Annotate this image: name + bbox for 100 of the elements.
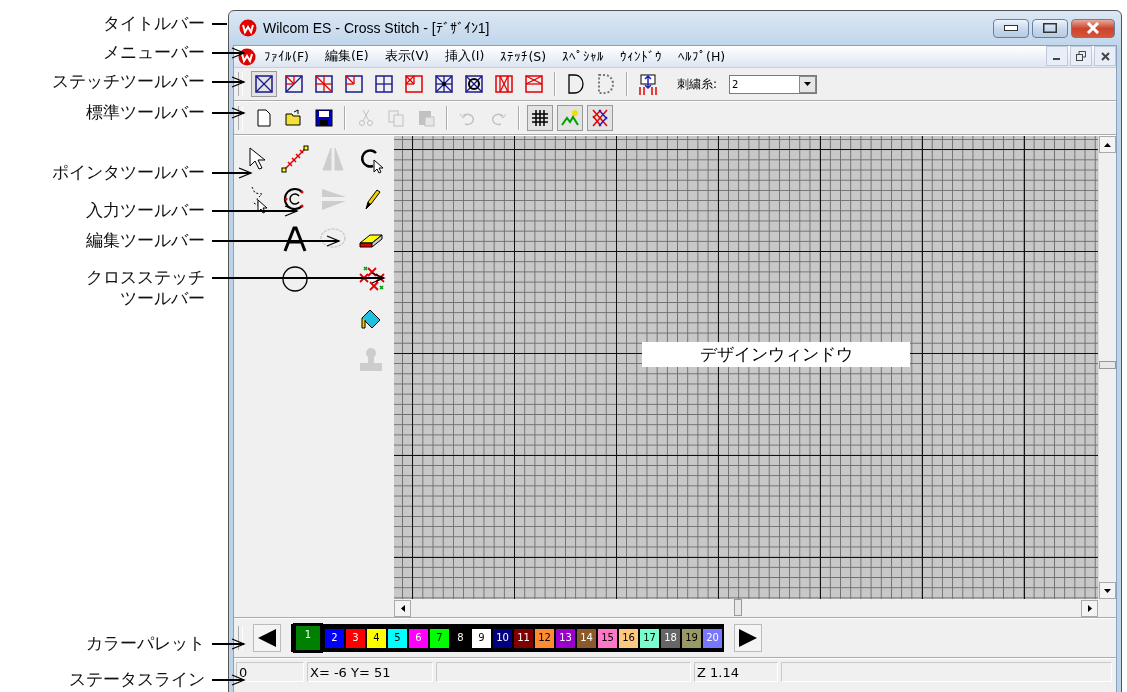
thread-label: 刺繍糸: [677, 75, 718, 93]
scroll-up-button[interactable] [1099, 136, 1116, 153]
toolbar-button[interactable] [527, 105, 553, 131]
dotted-d-shape-icon [597, 73, 615, 95]
callout-label: タイトルバー [103, 13, 205, 34]
stitch-icon [404, 74, 424, 94]
scroll-thumb[interactable] [1099, 361, 1116, 369]
minimize-button[interactable] [993, 18, 1029, 38]
triangle-left-icon [258, 629, 276, 647]
restore-button[interactable] [1070, 46, 1092, 66]
menu-item[interactable]: ﾌｧｲﾙ(F) [256, 49, 317, 64]
scroll-right-button[interactable] [1081, 599, 1098, 617]
color-swatch[interactable]: 13 [556, 628, 575, 648]
color-swatch[interactable]: 15 [598, 628, 617, 648]
callout-label: クロスステッチ ツールバー [86, 267, 205, 309]
close-icon [1086, 22, 1100, 34]
landscape-icon [560, 108, 580, 128]
close-icon [1100, 51, 1110, 61]
menu-item[interactable]: 挿入(I) [436, 48, 493, 65]
callout-label: ステータスライン [69, 669, 205, 690]
callout-label: 入力ツールバー [86, 200, 205, 221]
color-swatch[interactable]: 12 [535, 628, 554, 648]
dropdown-button[interactable] [799, 75, 817, 93]
new-file-icon [254, 108, 274, 128]
callout-label: 標準ツールバー [86, 102, 205, 123]
vertical-scrollbar[interactable] [1098, 136, 1116, 599]
caret-left-icon [400, 604, 405, 612]
maximize-button[interactable] [1032, 18, 1068, 38]
stitch-icon [524, 74, 544, 94]
window-title: Wilcom ES - Cross Stitch - [ﾃﾞｻﾞｲﾝ1] [263, 20, 490, 36]
color-swatch[interactable]: 4 [367, 628, 386, 648]
color-swatch[interactable]: 19 [682, 628, 701, 648]
paste-icon [416, 108, 436, 128]
color-swatch[interactable]: 9 [472, 628, 491, 648]
circle-icon [280, 264, 310, 294]
thread-swap-icon [637, 73, 659, 95]
color-swatch[interactable]: 17 [640, 628, 659, 648]
d-shape-icon [567, 73, 585, 95]
minimize-icon [1004, 25, 1018, 31]
scroll-down-button[interactable] [1099, 582, 1116, 599]
stitch-icon [254, 74, 274, 94]
stitch-icon [374, 74, 394, 94]
menu-item[interactable]: 編集(E) [316, 48, 377, 65]
copy-icon [386, 108, 406, 128]
menu-item[interactable]: 表示(V) [376, 48, 437, 65]
callout-label: ポインタツールバー [52, 162, 205, 183]
scroll-left-button[interactable] [394, 599, 411, 617]
maximize-icon [1043, 23, 1057, 33]
callout-label: 編集ツールバー [86, 230, 205, 251]
stitch-icon [284, 74, 304, 94]
restore-icon [1076, 51, 1086, 61]
color-swatch[interactable]: 1 [293, 623, 323, 653]
close-button[interactable] [1071, 18, 1115, 38]
close-button[interactable] [1094, 46, 1116, 66]
minimize-button[interactable] [1046, 46, 1068, 66]
stitch-icon [344, 74, 364, 94]
caret-down-icon [804, 82, 812, 86]
caret-up-icon [1104, 142, 1111, 147]
stitch-icon [434, 74, 454, 94]
stitch-icon [464, 74, 484, 94]
callout-label: カラーパレット [86, 633, 205, 654]
stitch-line-icon [280, 144, 310, 174]
status-pane: Z 1.14 [694, 662, 778, 682]
color-swatch[interactable]: 14 [577, 628, 596, 648]
app-logo-icon [239, 19, 257, 37]
status-pane: X= -6 Y= 51 [307, 662, 433, 682]
color-swatch[interactable]: 11 [514, 628, 533, 648]
stitch-tool-button[interactable] [251, 71, 277, 97]
stitch-icon [314, 74, 334, 94]
thread-dropdown[interactable]: 2 [729, 74, 818, 94]
folder-icon [284, 108, 304, 128]
canvas-label: デザインウィンドウ [642, 342, 910, 367]
menu-item[interactable]: ｽﾍﾟｼｬﾙ [554, 49, 613, 64]
color-swatch[interactable]: 3 [346, 628, 365, 648]
stitch-icon [494, 74, 514, 94]
document-logo-icon[interactable] [238, 47, 256, 66]
caret-right-icon [1087, 604, 1092, 612]
menu-item[interactable]: ﾍﾙﾌﾟ(H) [670, 49, 734, 64]
grid-icon [530, 108, 550, 128]
scroll-thumb[interactable] [734, 599, 742, 616]
next-button[interactable] [734, 624, 762, 652]
previous-button[interactable] [253, 624, 281, 652]
color-swatch[interactable]: 2 [325, 628, 344, 648]
triangle-right-icon [739, 629, 757, 647]
color-swatch[interactable]: 16 [619, 628, 638, 648]
horizontal-scrollbar[interactable] [394, 599, 1098, 617]
callout-label: ステッチツールバー [52, 71, 205, 92]
cross-stitch-icon [590, 108, 610, 128]
status-pane: 0 [236, 662, 304, 682]
save-icon [314, 108, 334, 128]
color-swatch[interactable]: 18 [661, 628, 680, 648]
design-canvas[interactable]: デザインウィンドウ [394, 136, 1098, 599]
menu-item[interactable]: ｽﾃｯﾁ(S) [492, 49, 555, 64]
color-swatch[interactable]: 5 [388, 628, 407, 648]
toolbar-button[interactable] [587, 105, 613, 131]
color-swatch[interactable]: 20 [703, 628, 722, 648]
color-swatch[interactable]: 10 [493, 628, 512, 648]
color-swatch[interactable]: 7 [430, 628, 449, 648]
menu-item[interactable]: ｳｨﾝﾄﾞｳ [612, 49, 671, 64]
caret-down-icon [1104, 588, 1111, 593]
